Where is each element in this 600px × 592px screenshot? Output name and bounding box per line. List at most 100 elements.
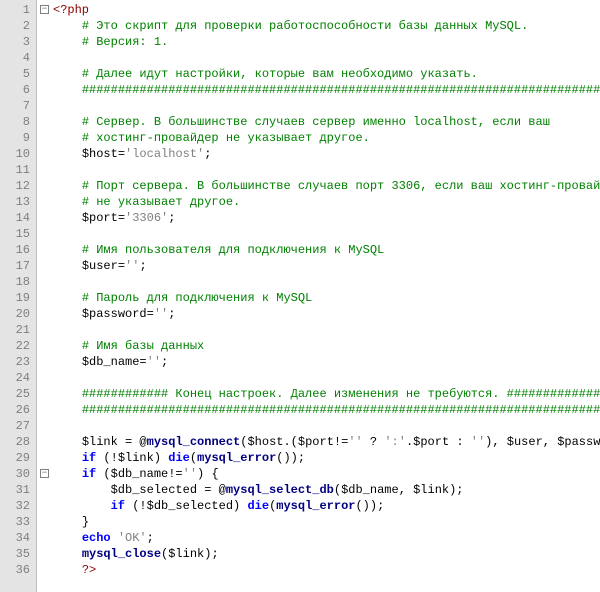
- token: $db_name: [82, 355, 140, 369]
- code-line: [41, 322, 600, 338]
- code-line: # Имя базы данных: [41, 338, 600, 354]
- code-line: ############ Конец настроек. Далее измен…: [41, 386, 600, 402]
- line-number: 2: [2, 18, 30, 34]
- code-line-content: if (!$db_selected) die(mysql_error());: [41, 498, 384, 514]
- token: '3306': [125, 211, 168, 225]
- token: '': [348, 435, 362, 449]
- line-number: 1: [2, 2, 30, 18]
- token: # Сервер. В большинстве случаев сервер и…: [82, 115, 550, 129]
- code-line: $link = @mysql_connect($host.($port!='' …: [41, 434, 600, 450]
- token: # Порт сервера. В большинстве случаев по…: [82, 179, 600, 193]
- token: ;: [161, 355, 168, 369]
- code-line: ########################################…: [41, 402, 600, 418]
- token: =: [118, 147, 125, 161]
- code-line: # Сервер. В большинстве случаев сервер и…: [41, 114, 600, 130]
- token: $link: [168, 547, 204, 561]
- token: ?: [363, 435, 385, 449]
- token: mysql_error: [197, 451, 276, 465]
- token: $user: [82, 259, 118, 273]
- code-line: [41, 98, 600, 114]
- code-line: $db_selected = @mysql_select_db($db_name…: [41, 482, 600, 498]
- token: '': [471, 435, 485, 449]
- code-line: [41, 274, 600, 290]
- code-line: [41, 370, 600, 386]
- code-area[interactable]: <?php # Это скрипт для проверки работосп…: [37, 0, 600, 592]
- line-number: 11: [2, 162, 30, 178]
- token: mysql_select_db: [226, 483, 334, 497]
- fold-toggle-icon[interactable]: [40, 5, 49, 14]
- line-number: 12: [2, 178, 30, 194]
- line-number: 18: [2, 274, 30, 290]
- code-line-content: $db_name='';: [41, 354, 168, 370]
- code-line-content: ?>: [41, 562, 96, 578]
- line-number: 36: [2, 562, 30, 578]
- line-number: 32: [2, 498, 30, 514]
- token: 'localhost': [125, 147, 204, 161]
- code-line: # Порт сервера. В большинстве случаев по…: [41, 178, 600, 194]
- code-line-content: # Имя базы данных: [41, 338, 204, 354]
- token: # Имя базы данных: [82, 339, 204, 353]
- code-line: if (!$link) die(mysql_error());: [41, 450, 600, 466]
- token: $db_selected: [147, 499, 233, 513]
- code-line: echo 'OK';: [41, 530, 600, 546]
- code-line-content: $link = @mysql_connect($host.($port!='' …: [41, 434, 600, 450]
- line-number: 3: [2, 34, 30, 50]
- token: '': [183, 467, 197, 481]
- line-number: 24: [2, 370, 30, 386]
- code-line: [41, 50, 600, 66]
- code-line-content: $password='';: [41, 306, 175, 322]
- token: = @: [125, 435, 147, 449]
- token: =: [147, 307, 154, 321]
- line-number: 16: [2, 242, 30, 258]
- token: if: [111, 499, 125, 513]
- line-number: 26: [2, 402, 30, 418]
- line-number: 4: [2, 50, 30, 66]
- line-number: 7: [2, 98, 30, 114]
- code-line-content: $db_selected = @mysql_select_db($db_name…: [41, 482, 464, 498]
- line-number: 33: [2, 514, 30, 530]
- token: ########################################…: [82, 403, 600, 417]
- line-number: 14: [2, 210, 30, 226]
- token: ?>: [82, 563, 96, 577]
- line-number: 21: [2, 322, 30, 338]
- token: ':': [384, 435, 406, 449]
- code-line-content: $host='localhost';: [41, 146, 211, 162]
- line-number: 5: [2, 66, 30, 82]
- fold-toggle-icon[interactable]: [40, 469, 49, 478]
- code-line: $host='localhost';: [41, 146, 600, 162]
- token: $db_name: [111, 467, 169, 481]
- token: die: [247, 499, 269, 513]
- line-number-gutter: 1234567891011121314151617181920212223242…: [0, 0, 37, 592]
- code-line-content: # Имя пользователя для подключения к MyS…: [41, 242, 384, 258]
- code-line-content: # не указывает другое.: [41, 194, 240, 210]
- token: ): [154, 451, 168, 465]
- token: =: [139, 355, 146, 369]
- token: !=: [168, 467, 182, 481]
- code-line-content: $user='';: [41, 258, 147, 274]
- code-line: # Это скрипт для проверки работоспособно…: [41, 18, 600, 34]
- token: !=: [334, 435, 348, 449]
- token: );: [204, 547, 218, 561]
- token: :: [449, 435, 471, 449]
- code-line: # не указывает другое.: [41, 194, 600, 210]
- code-line: <?php: [41, 2, 600, 18]
- line-number: 13: [2, 194, 30, 210]
- token: '': [154, 307, 168, 321]
- code-line: $password='';: [41, 306, 600, 322]
- code-line-content: ########################################…: [41, 82, 600, 98]
- token: (!: [96, 451, 118, 465]
- token: ############ Конец настроек. Далее измен…: [82, 387, 600, 401]
- code-line: if (!$db_selected) die(mysql_error());: [41, 498, 600, 514]
- line-number: 6: [2, 82, 30, 98]
- code-line-content: # Далее идут настройки, которые вам необ…: [41, 66, 478, 82]
- code-line: # хостинг-провайдер не указывает другое.: [41, 130, 600, 146]
- code-line-content: mysql_close($link);: [41, 546, 219, 562]
- token: ());: [276, 451, 305, 465]
- token: '': [147, 355, 161, 369]
- token: ) {: [197, 467, 219, 481]
- code-line-content: ########################################…: [41, 402, 600, 418]
- code-line-content: # Пароль для подключения к MySQL: [41, 290, 312, 306]
- line-number: 10: [2, 146, 30, 162]
- line-number: 29: [2, 450, 30, 466]
- token: =: [118, 211, 125, 225]
